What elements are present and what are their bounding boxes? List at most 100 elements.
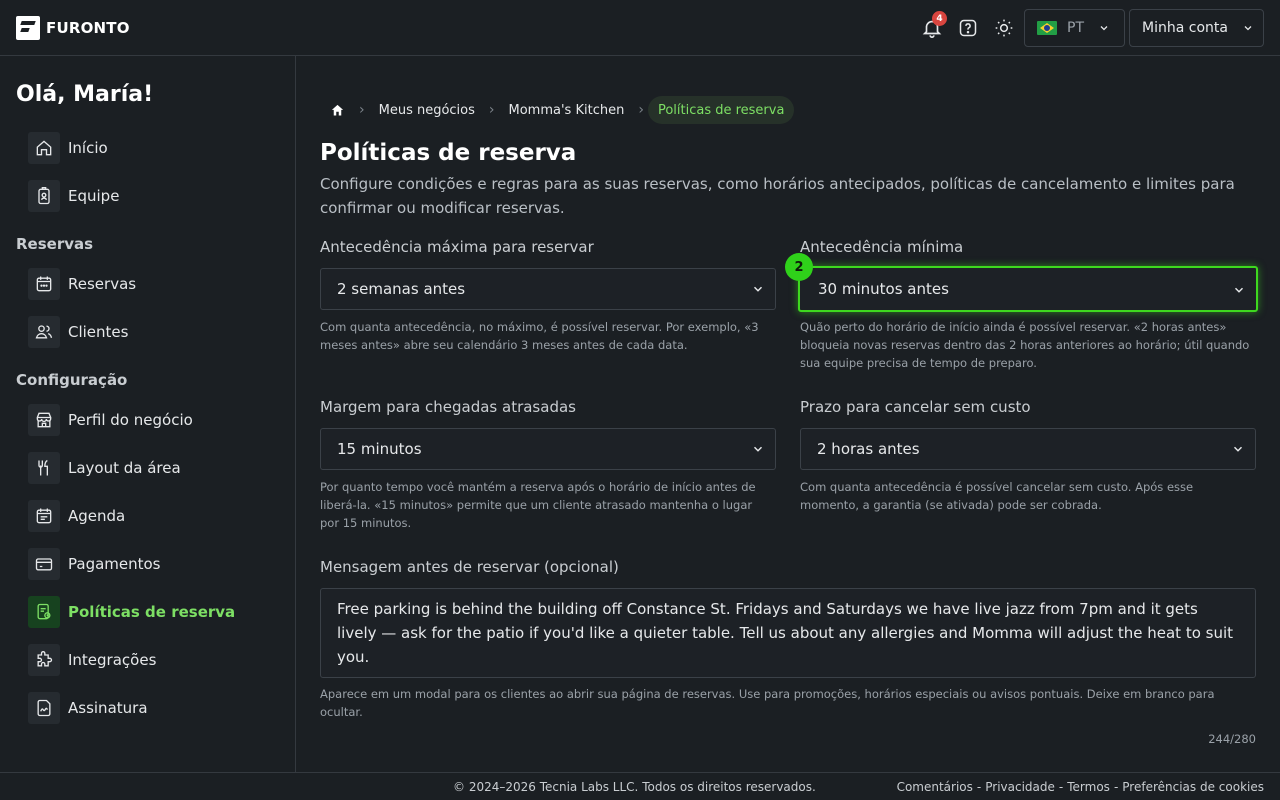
select-value: 2 semanas antes — [337, 280, 466, 298]
sidebar-item-politicas[interactable]: Políticas de reserva — [28, 596, 235, 628]
footer-links: Comentários - Privacidade - Termos - Pre… — [897, 780, 1264, 794]
chevron-down-icon — [753, 286, 763, 292]
sidebar-item-agenda[interactable]: Agenda — [28, 500, 125, 532]
late-margin-help: Por quanto tempo você mantém a reserva a… — [320, 480, 756, 530]
page-title: Políticas de reserva — [320, 140, 577, 166]
late-margin-label: Margem para chegadas atrasadas — [320, 398, 576, 416]
select-value: 2 horas antes — [817, 440, 920, 458]
chevron-right-icon: › — [488, 102, 495, 118]
select-value: 15 minutos — [337, 440, 422, 458]
sidebar-item-reservas[interactable]: Reservas — [28, 268, 136, 300]
store-icon — [28, 404, 60, 436]
sidebar-item-integracoes[interactable]: Integrações — [28, 644, 156, 676]
schedule-icon — [28, 500, 60, 532]
logo-icon — [16, 16, 40, 40]
notification-badge: 4 — [932, 11, 947, 26]
sidebar-item-label: Início — [68, 139, 108, 157]
chevron-down-icon — [1233, 446, 1243, 452]
footer-separator: - — [976, 780, 982, 794]
min-advance-select[interactable]: 30 minutos antes — [798, 266, 1258, 312]
cancel-deadline-help: Com quanta antecedência é possível cance… — [800, 480, 1194, 512]
chevron-right-icon: › — [359, 102, 365, 118]
sidebar-item-assinatura[interactable]: Assinatura — [28, 692, 148, 724]
home-icon — [331, 104, 344, 115]
breadcrumb-home[interactable] — [320, 96, 355, 124]
footer-link-privacidade[interactable]: Privacidade — [985, 780, 1055, 794]
late-margin-select[interactable]: 15 minutos — [320, 428, 776, 470]
max-advance-help: Com quanta antecedência, no máximo, é po… — [320, 320, 759, 352]
footer-link-termos[interactable]: Termos — [1067, 780, 1110, 794]
max-advance-select[interactable]: 2 semanas antes — [320, 268, 776, 310]
greeting: Olá, María! — [16, 82, 154, 107]
home-icon — [28, 132, 60, 164]
message-label: Mensagem antes de reservar (opcional) — [320, 558, 619, 576]
sidebar-item-label: Políticas de reserva — [68, 603, 236, 621]
sidebar-item-label: Equipe — [68, 187, 120, 205]
help-button[interactable] — [955, 15, 981, 41]
brazil-flag-icon — [1037, 21, 1057, 35]
language-code: PT — [1067, 20, 1084, 36]
page-description: Configure condições e regras para as sua… — [320, 175, 1235, 217]
sidebar-item-label: Reservas — [68, 275, 137, 293]
chevron-down-icon — [1244, 26, 1252, 31]
chevron-down-icon — [1234, 287, 1244, 293]
logo-text: FURONTO — [46, 19, 130, 37]
sidebar-item-equipe[interactable]: Equipe — [28, 180, 119, 212]
signature-icon — [28, 692, 60, 724]
top-header: FURONTO 4 PT Minha conta — [0, 0, 1280, 56]
section-label-reservas: Reservas — [16, 235, 94, 253]
users-icon — [28, 316, 60, 348]
theme-toggle-button[interactable] — [991, 15, 1017, 41]
breadcrumb-current: Políticas de reserva — [647, 96, 795, 124]
breadcrumb: › Meus negócios › Momma's Kitchen › Polí… — [320, 96, 795, 124]
message-textarea[interactable]: Free parking is behind the building off … — [320, 588, 1256, 678]
footer-link-cookies[interactable]: Preferências de cookies — [1122, 780, 1264, 794]
card-icon — [28, 548, 60, 580]
breadcrumb-meus-negocios[interactable]: Meus negócios — [369, 96, 485, 124]
footer-link-comentarios[interactable]: Comentários — [897, 780, 973, 794]
min-advance-help: Quão perto do horário de início ainda é … — [800, 320, 1250, 370]
policy-icon — [28, 596, 60, 628]
sidebar-item-clientes[interactable]: Clientes — [28, 316, 128, 348]
footer: © 2024–2026 Tecnia Labs LLC. Todos os di… — [0, 772, 1280, 800]
badge-icon — [28, 180, 60, 212]
cancel-deadline-label: Prazo para cancelar sem custo — [800, 398, 1031, 416]
sidebar-item-label: Pagamentos — [68, 555, 161, 573]
breadcrumb-mommas-kitchen[interactable]: Momma's Kitchen — [499, 96, 635, 124]
copyright: © 2024–2026 Tecnia Labs LLC. Todos os di… — [453, 780, 816, 794]
sidebar-item-label: Integrações — [68, 651, 157, 669]
sidebar-item-perfil[interactable]: Perfil do negócio — [28, 404, 193, 436]
language-select[interactable]: PT — [1024, 9, 1125, 47]
sidebar-item-label: Perfil do negócio — [68, 411, 193, 429]
sidebar-item-layout[interactable]: Layout da área — [28, 452, 181, 484]
sidebar: Olá, María! Início Equipe Reservas Reser… — [0, 56, 296, 772]
sidebar-item-inicio[interactable]: Início — [28, 132, 108, 164]
cutlery-icon — [28, 452, 60, 484]
puzzle-icon — [28, 644, 60, 676]
logo[interactable]: FURONTO — [16, 16, 130, 40]
chevron-right-icon: › — [638, 102, 644, 118]
select-value: 30 minutos antes — [818, 280, 949, 298]
sun-icon — [995, 19, 1013, 37]
chevron-down-icon — [1100, 26, 1108, 31]
message-help: Aparece em um modal para os clientes ao … — [320, 687, 1215, 719]
cancel-deadline-select[interactable]: 2 horas antes — [800, 428, 1256, 470]
chevron-down-icon — [753, 446, 763, 452]
main-content: › Meus negócios › Momma's Kitchen › Polí… — [296, 56, 1280, 772]
sidebar-item-label: Clientes — [68, 323, 129, 341]
help-icon — [959, 19, 977, 37]
sidebar-item-label: Agenda — [68, 507, 126, 525]
notifications-button[interactable]: 4 — [919, 11, 947, 41]
calendar-icon — [28, 268, 60, 300]
footer-separator: - — [1113, 780, 1119, 794]
section-label-configuracao: Configuração — [16, 371, 128, 389]
footer-separator: - — [1058, 780, 1064, 794]
step-marker: 2 — [785, 253, 813, 281]
max-advance-label: Antecedência máxima para reservar — [320, 238, 594, 256]
account-menu-button[interactable]: Minha conta — [1129, 9, 1264, 47]
sidebar-item-label: Layout da área — [68, 459, 181, 477]
sidebar-item-pagamentos[interactable]: Pagamentos — [28, 548, 161, 580]
min-advance-label: Antecedência mínima — [800, 238, 964, 256]
account-label: Minha conta — [1142, 20, 1228, 36]
character-counter: 244/280 — [1208, 732, 1256, 746]
